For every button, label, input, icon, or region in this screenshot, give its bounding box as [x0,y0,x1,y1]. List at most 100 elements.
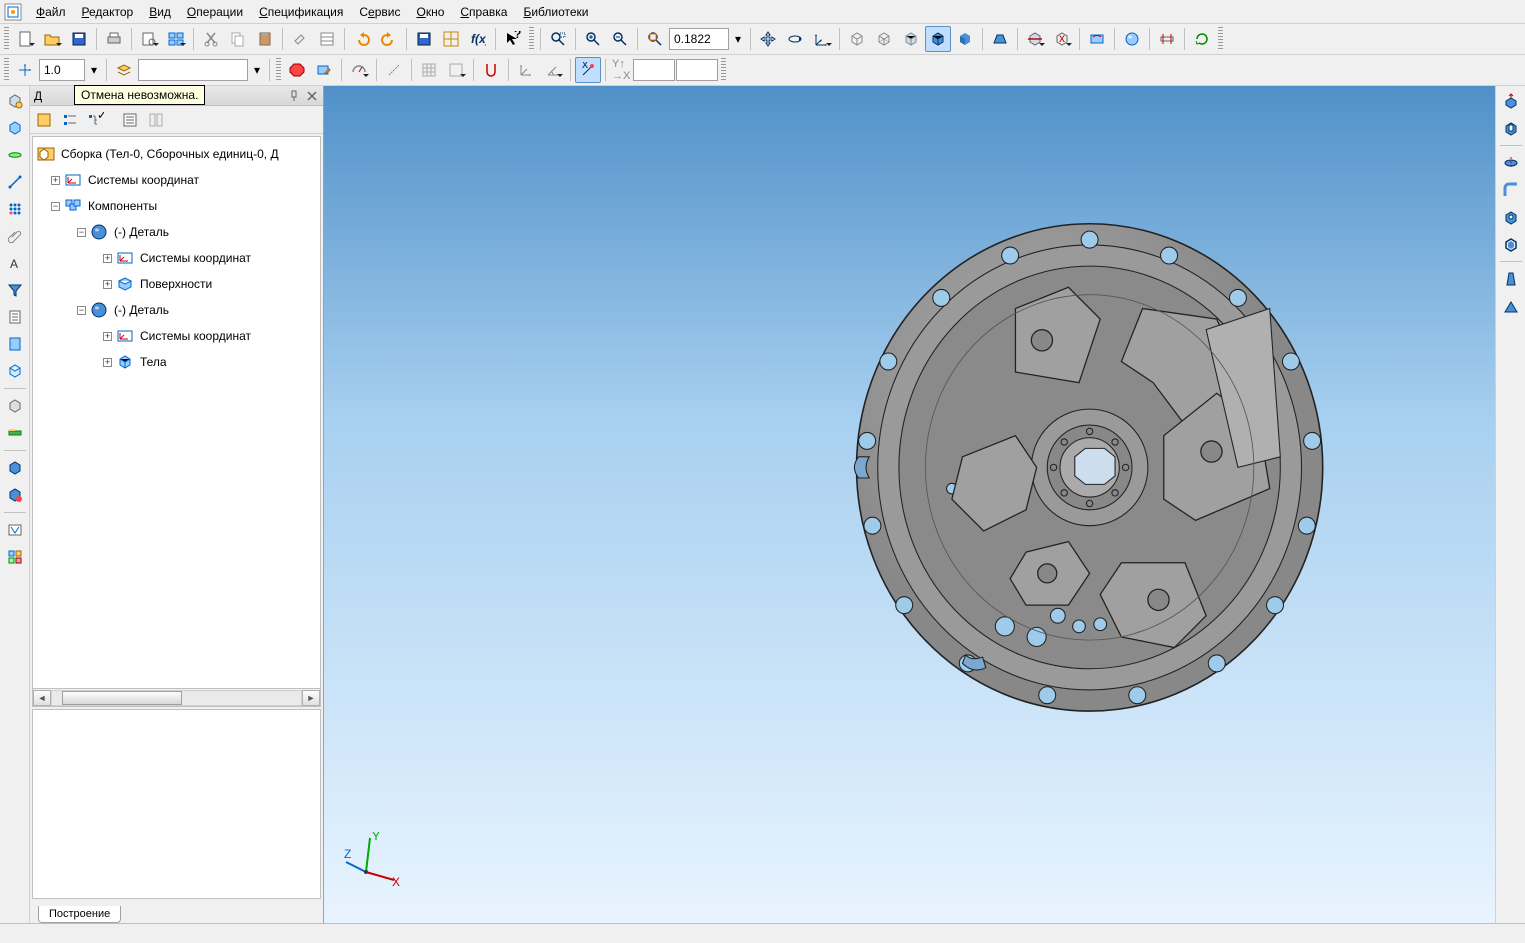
tree-link[interactable] [144,108,168,132]
grid-toggle-button[interactable] [438,26,464,52]
copy-button[interactable] [225,26,251,52]
menu-file[interactable]: Файл [28,3,74,21]
collapse-tool[interactable] [2,482,28,508]
scroll-thumb[interactable] [62,691,182,705]
perspective-button[interactable] [987,26,1013,52]
add-part-tool[interactable] [2,393,28,419]
layout-tool[interactable] [2,544,28,570]
lcs-button[interactable] [513,57,539,83]
format-paint-button[interactable] [287,26,313,52]
tree-mode-3[interactable]: ✓ [84,108,108,132]
grid-button[interactable] [416,57,442,83]
toolbar-handle[interactable] [4,27,9,51]
expand-icon[interactable]: + [103,280,112,289]
expand-icon[interactable]: + [51,176,60,185]
orientation-button[interactable] [809,26,835,52]
open-button[interactable] [39,26,65,52]
scroll-track[interactable] [51,690,302,706]
coord-x-input[interactable] [633,59,675,81]
collapse-icon[interactable]: − [77,228,86,237]
stop-button[interactable] [284,57,310,83]
coord-y-input[interactable] [676,59,718,81]
constraints-button[interactable] [1154,26,1180,52]
close-icon[interactable] [305,89,319,103]
scroll-left[interactable]: ◄ [33,690,51,706]
line-weight-dropdown[interactable]: ▾ [86,57,102,83]
explode-tool[interactable] [2,455,28,481]
render-button[interactable] [1119,26,1145,52]
mate-tool[interactable] [2,420,28,446]
geometry-tool[interactable] [2,88,28,114]
line-tool[interactable] [2,169,28,195]
tree-node-components[interactable]: − Компоненты [37,193,316,219]
tree-display[interactable] [118,108,142,132]
sheet-tool[interactable] [2,358,28,384]
style-dropdown[interactable]: ▾ [249,57,265,83]
preview-button[interactable] [136,26,162,52]
tree-mode-2[interactable] [58,108,82,132]
cut-extrude-tool[interactable] [1498,115,1524,141]
tree-node-part-2[interactable]: − (-) Деталь [37,297,316,323]
angle-button[interactable] [540,57,566,83]
sketch-visibility-button[interactable] [1084,26,1110,52]
surface-tool[interactable] [2,142,28,168]
text-tool[interactable]: A [2,250,28,276]
menu-window[interactable]: Окно [408,3,452,21]
tree-node-part-2-cs[interactable]: + Системы координат [37,323,316,349]
shell-tool[interactable] [1498,231,1524,257]
tree-node-part-1-surfaces[interactable]: + Поверхности [37,271,316,297]
toolbar-handle[interactable] [1218,27,1223,51]
menu-help[interactable]: Справка [452,3,515,21]
new-button[interactable] [12,26,38,52]
zoom-in-button[interactable] [580,26,606,52]
attachment-tool[interactable] [2,223,28,249]
round-button[interactable]: x [575,57,601,83]
sketch-button[interactable] [311,57,337,83]
tree-node-part-1-cs[interactable]: + Системы координат [37,245,316,271]
measure-button[interactable] [346,57,372,83]
simplify-button[interactable]: x [1049,26,1075,52]
wireframe-button[interactable] [844,26,870,52]
tree-node-part-1[interactable]: − (-) Деталь [37,219,316,245]
draft-tool[interactable] [1498,266,1524,292]
toolbar-handle[interactable] [529,27,534,51]
line-weight-input[interactable] [39,59,85,81]
paste-button[interactable] [252,26,278,52]
ortho-button[interactable] [12,57,38,83]
menu-operations[interactable]: Операции [179,3,251,21]
spec-tool[interactable] [2,304,28,330]
expand-icon[interactable]: + [103,254,112,263]
hole-tool[interactable] [1498,204,1524,230]
zoom-dropdown[interactable]: ▾ [730,26,746,52]
print-button[interactable] [101,26,127,52]
help-cursor-button[interactable]: ? [500,26,526,52]
menu-service[interactable]: Сервис [351,3,408,21]
pattern-tool[interactable] [2,196,28,222]
snap-button[interactable] [478,57,504,83]
hidden-dashed-button[interactable] [871,26,897,52]
shaded-button[interactable] [952,26,978,52]
rib-tool[interactable] [1498,293,1524,319]
tab-build[interactable]: Построение [38,906,121,923]
zoom-out-button[interactable] [607,26,633,52]
shaded-edges-button[interactable] [925,26,951,52]
toolbar-handle[interactable] [4,58,9,82]
scroll-right[interactable]: ► [302,690,320,706]
undo-button[interactable] [349,26,375,52]
pan-button[interactable] [755,26,781,52]
menu-specification[interactable]: Спецификация [251,3,351,21]
zoom-fit-button[interactable] [642,26,668,52]
toolbar-handle[interactable] [721,58,726,82]
rebuild-button[interactable] [1189,26,1215,52]
extrude-tool[interactable] [1498,88,1524,114]
collapse-icon[interactable]: − [51,202,60,211]
tree-mode-1[interactable] [32,108,56,132]
properties-button[interactable] [314,26,340,52]
tree-horizontal-scrollbar[interactable]: ◄ ► [33,688,320,706]
layout-button[interactable] [163,26,189,52]
zoom-value-input[interactable] [669,28,729,50]
expand-icon[interactable]: + [103,358,112,367]
menu-editor[interactable]: Редактор [74,3,142,21]
redo-button[interactable] [376,26,402,52]
fillet-tool[interactable] [1498,177,1524,203]
